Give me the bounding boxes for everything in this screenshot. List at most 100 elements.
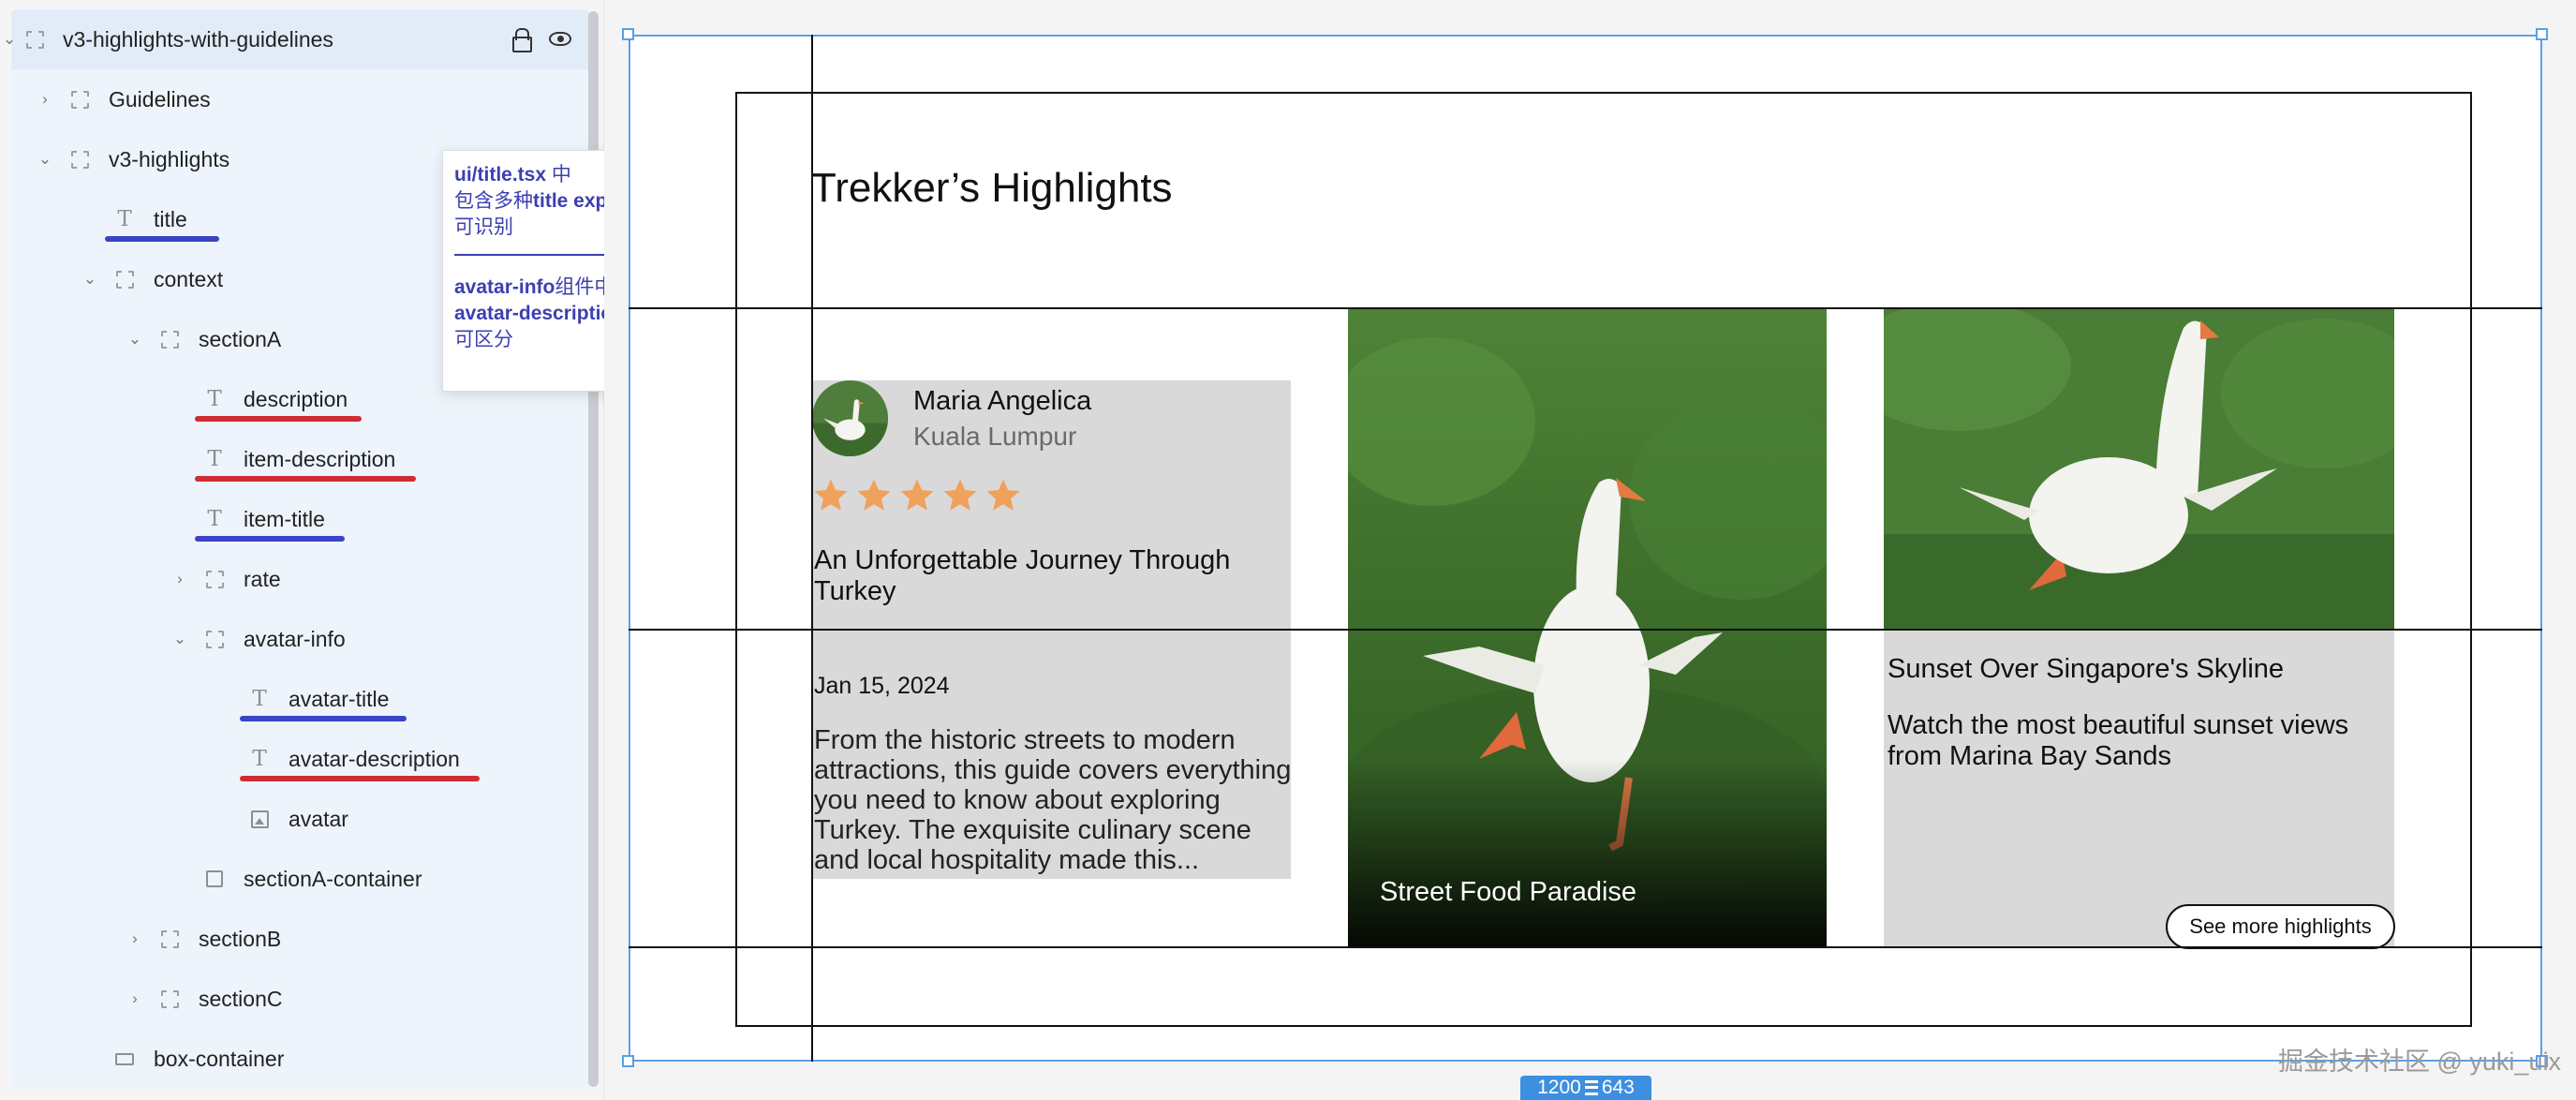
see-more-highlights-button[interactable]: See more highlights	[2166, 904, 2395, 949]
dimension-separator-icon	[1584, 1080, 1598, 1095]
item-date: Jan 15, 2024	[814, 673, 950, 699]
sectionB-caption: Street Food Paradise	[1380, 877, 1637, 907]
watermark: 掘金技术社区 @ yuki_uix	[2278, 1048, 2561, 1076]
frame-icon	[114, 269, 135, 290]
text-layer-icon: T	[207, 447, 222, 471]
layer-label: avatar	[289, 806, 348, 831]
selection-size-badge: 1200 643	[1520, 1076, 1651, 1100]
guideline-horizontal[interactable]	[629, 629, 2542, 631]
layer-label: sectionA	[199, 326, 282, 351]
selection-height: 643	[1601, 1077, 1635, 1098]
layer-label: v3-highlights-with-guidelines	[63, 26, 333, 52]
blue-marker-underline	[105, 236, 219, 242]
layer-label: title	[154, 206, 187, 231]
resize-handle[interactable]	[2536, 28, 2548, 40]
lock-icon[interactable]	[512, 28, 532, 52]
chevron-down-icon[interactable]: ⌄	[81, 270, 99, 289]
guideline-vertical[interactable]	[811, 35, 813, 1062]
sectionC-image	[1884, 309, 2394, 630]
layer-row-item-description[interactable]: Titem-description	[11, 429, 590, 489]
guideline-horizontal[interactable]	[629, 307, 2542, 309]
chevron-right-icon[interactable]: ›	[126, 989, 144, 1008]
note-file: ui/title.tsx	[454, 164, 547, 186]
red-marker-underline	[195, 416, 362, 422]
layer-label: sectionA-container	[244, 866, 422, 891]
text-layer-icon: T	[252, 747, 267, 771]
layer-row-sectionA-container[interactable]: sectionA-container	[11, 849, 590, 909]
selection-width: 1200	[1537, 1077, 1581, 1098]
avatar	[812, 380, 888, 456]
item-title: An Unforgettable Journey Through Turkey	[814, 545, 1231, 606]
star-icon	[943, 479, 977, 511]
sectionC-description: Watch the most beautiful sunset views fr…	[1888, 710, 2349, 771]
avatar-title: Maria Angelica	[913, 386, 1092, 416]
layer-row-item-title[interactable]: Titem-title	[11, 489, 590, 549]
chevron-right-icon[interactable]: ›	[126, 929, 144, 948]
layer-row-avatar-info[interactable]: ⌄ avatar-info	[11, 609, 590, 669]
text-layer-icon: T	[252, 687, 267, 711]
star-icon	[814, 479, 848, 511]
frame-icon	[24, 29, 45, 50]
text-layer-icon: T	[207, 507, 222, 531]
rectangle-icon	[204, 869, 225, 889]
layer-label: sectionC	[199, 986, 283, 1011]
layers-panel: ⌄ v3-highlights-with-guidelines › Guideli…	[0, 0, 678, 1100]
layer-row-rate[interactable]: › rate	[11, 549, 590, 609]
note-highlight: avatar-info	[454, 276, 555, 298]
goose-photo-icon	[1884, 309, 2394, 630]
layer-label: box-container	[154, 1046, 285, 1071]
layer-label: sectionB	[199, 926, 282, 951]
frame-icon	[69, 149, 90, 170]
guideline-horizontal[interactable]	[629, 946, 2542, 948]
layer-label: avatar-info	[244, 626, 346, 651]
note-text: 包含多种	[454, 190, 533, 212]
text-layer-icon: T	[117, 207, 132, 231]
sectionC-title: Sunset Over Singapore's Skyline	[1888, 654, 2285, 684]
chevron-right-icon[interactable]: ›	[170, 570, 189, 588]
blue-marker-underline	[195, 536, 345, 542]
goose-photo-icon	[1348, 309, 1827, 946]
layer-row-Guidelines[interactable]: › Guidelines	[11, 69, 590, 129]
frame-icon	[159, 929, 180, 949]
frame-icon	[69, 89, 90, 110]
red-marker-underline	[240, 776, 480, 781]
avatar-description: Kuala Lumpur	[913, 422, 1077, 451]
chevron-down-icon[interactable]: ⌄	[36, 150, 54, 169]
layer-label: rate	[244, 566, 281, 591]
chevron-down-icon[interactable]: ⌄	[126, 330, 144, 349]
layer-row-avatar-title[interactable]: Tavatar-title	[11, 669, 590, 729]
layer-label: context	[154, 266, 224, 291]
blue-marker-underline	[240, 716, 407, 721]
sectionB-image	[1348, 309, 1827, 946]
layer-label: avatar-title	[289, 686, 390, 711]
image-layer-icon	[249, 809, 270, 829]
page-title: Trekker’s Highlights	[811, 165, 1173, 211]
goose-thumbnail-icon	[812, 380, 888, 456]
chevron-down-icon[interactable]: ⌄	[0, 30, 19, 49]
layer-label: avatar-description	[289, 746, 460, 771]
chevron-right-icon[interactable]: ›	[36, 90, 54, 109]
frame-icon	[204, 629, 225, 649]
layer-row-box-container[interactable]: box-container	[11, 1029, 590, 1089]
layer-label: item-description	[244, 446, 396, 471]
red-marker-underline	[195, 476, 416, 482]
layer-row-sectionB[interactable]: › sectionB	[11, 909, 590, 969]
layer-label: Guidelines	[109, 86, 211, 111]
resize-handle[interactable]	[622, 1055, 634, 1067]
eye-icon[interactable]	[549, 31, 571, 46]
layer-row-avatar-description[interactable]: Tavatar-description	[11, 729, 590, 789]
star-icon	[900, 479, 934, 511]
chevron-down-icon[interactable]: ⌄	[170, 630, 189, 648]
text-layer-icon: T	[207, 387, 222, 411]
layer-row-sectionC[interactable]: › sectionC	[11, 969, 590, 1029]
star-icon	[986, 479, 1020, 511]
note-text: 中	[546, 164, 571, 186]
box-icon	[114, 1048, 135, 1069]
star-icon	[857, 479, 891, 511]
resize-handle[interactable]	[622, 28, 634, 40]
frame-icon	[159, 329, 180, 349]
layer-row-root[interactable]: ⌄ v3-highlights-with-guidelines	[3, 9, 590, 69]
frame-icon	[159, 989, 180, 1009]
layer-label: item-title	[244, 506, 325, 531]
layer-row-avatar[interactable]: avatar	[11, 789, 590, 849]
